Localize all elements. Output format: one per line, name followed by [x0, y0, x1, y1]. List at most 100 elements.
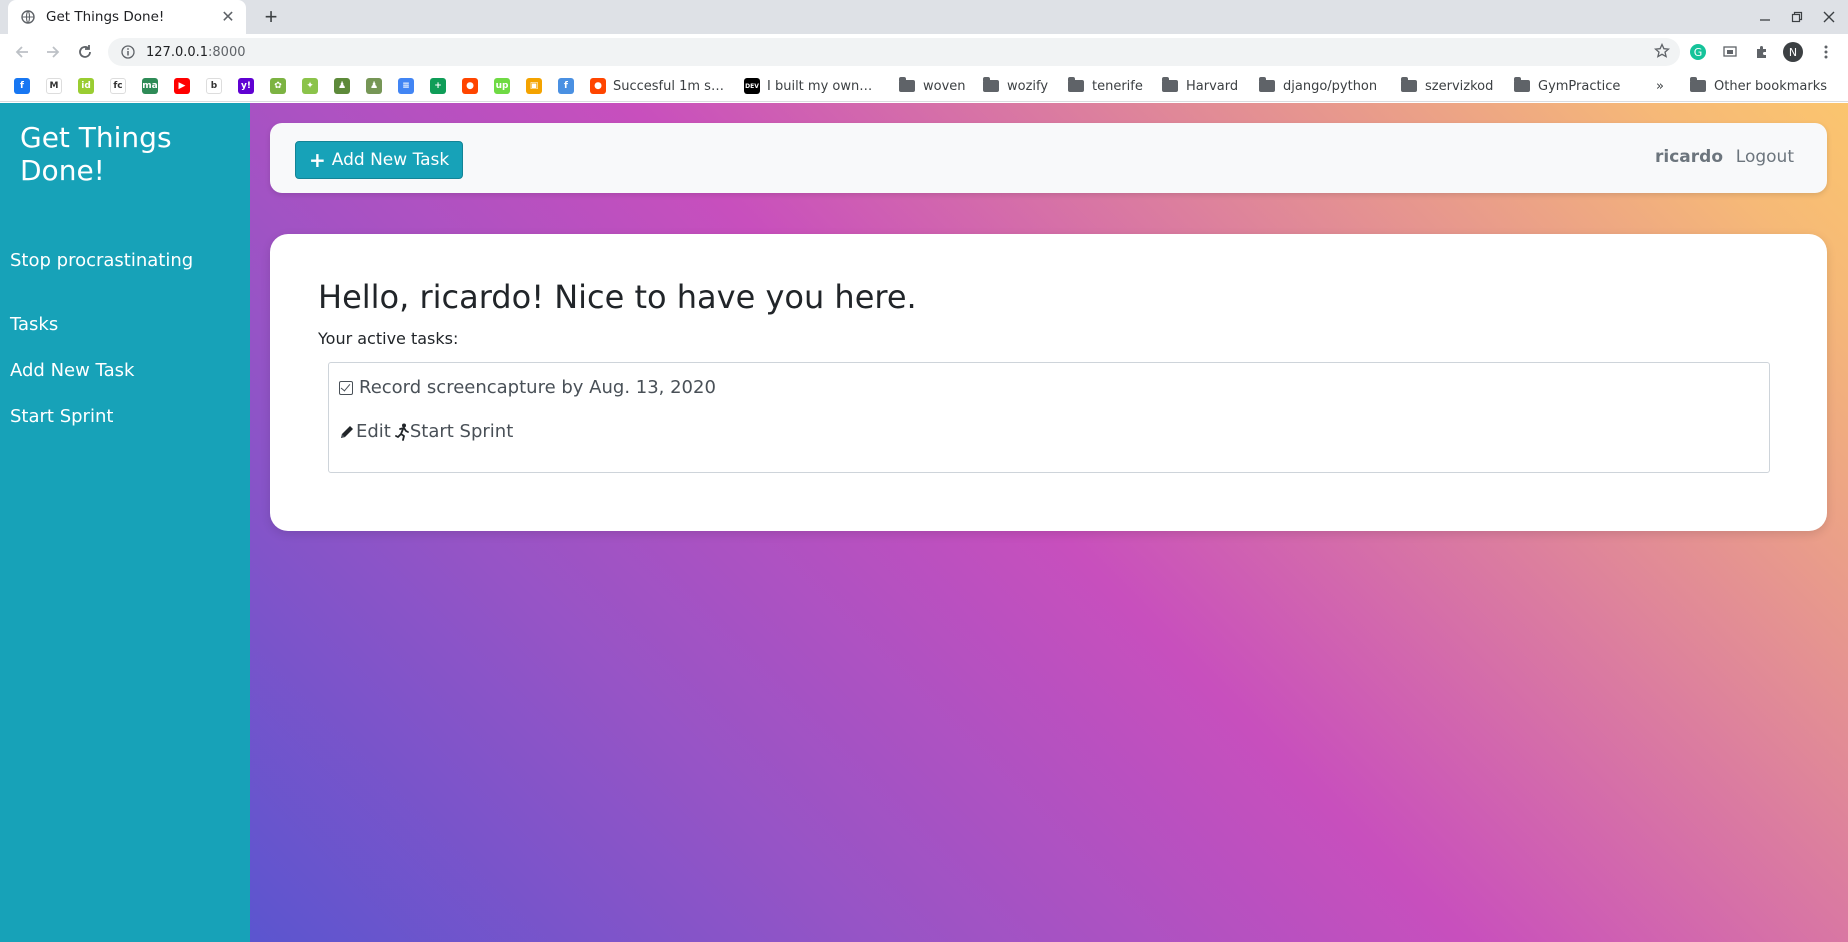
bookmark-item[interactable]: ● Succesful 1m s… — [590, 76, 724, 96]
plus-icon: + — [309, 148, 326, 172]
url-host: 127.0.0.1 — [146, 44, 209, 60]
info-icon[interactable] — [120, 44, 136, 60]
folder-label: woven — [923, 78, 966, 94]
folder-label: tenerife — [1092, 78, 1143, 94]
other-bookmarks-label: Other bookmarks — [1714, 78, 1828, 94]
cast-icon[interactable] — [1720, 42, 1740, 62]
leaf-icon[interactable]: ✿ — [270, 78, 286, 94]
task-item: Record screencapture by Aug. 13, 2020 Ed… — [328, 362, 1770, 473]
start-sprint-label: Start Sprint — [409, 421, 514, 442]
profile-initial: N — [1788, 45, 1798, 59]
bird-icon[interactable]: ✦ — [302, 78, 318, 94]
folder-icon — [1401, 77, 1417, 92]
active-tasks-label: Your active tasks: — [318, 329, 459, 348]
sidebar-item-start-sprint[interactable]: Start Sprint — [10, 406, 113, 427]
youtube-icon[interactable]: ▶ — [174, 78, 190, 94]
fb-circle-icon[interactable]: f — [558, 78, 574, 94]
sidebar-tagline[interactable]: Stop procrastinating — [10, 250, 193, 271]
brand-title[interactable]: Get Things Done! — [20, 121, 220, 187]
welcome-card: Hello, ricardo! Nice to have you here. Y… — [270, 234, 1827, 531]
bookmark-folder[interactable]: szervizkod — [1401, 76, 1493, 96]
bookmark-folder[interactable]: django/python — [1259, 76, 1377, 96]
dev-icon: DEV — [744, 78, 760, 94]
bookmark-folder[interactable]: GymPractice — [1514, 76, 1620, 96]
orange-app-icon[interactable]: ▣ — [526, 78, 542, 94]
bookmark-star-icon[interactable] — [1653, 42, 1671, 64]
main-content: + Add New Task ricardo Logout Hello, ric… — [250, 103, 1848, 942]
folder-label: Harvard — [1186, 78, 1239, 94]
address-bar[interactable]: 127.0.0.1:8000 — [108, 38, 1680, 66]
bookmark-label: Succesful 1m s… — [613, 78, 724, 94]
reddit-icon: ● — [590, 78, 606, 94]
url-port: :8000 — [208, 44, 246, 60]
profile-avatar[interactable]: N — [1783, 42, 1803, 62]
fc-icon[interactable]: fc — [110, 78, 126, 94]
close-window-icon[interactable] — [1812, 0, 1846, 34]
folder-label: GymPractice — [1538, 78, 1621, 94]
grammarly-icon[interactable]: G — [1688, 42, 1708, 62]
other-bookmarks[interactable]: Other bookmarks — [1690, 76, 1827, 96]
bookmark-folder[interactable]: woven — [899, 76, 966, 96]
pencil-icon — [341, 425, 353, 438]
sidebar-item-add-new-task[interactable]: Add New Task — [10, 360, 134, 381]
chess-board-icon[interactable]: ♟ — [366, 78, 382, 94]
folder-icon — [1690, 77, 1706, 92]
folder-icon — [1068, 77, 1084, 92]
page-title: Hello, ricardo! Nice to have you here. — [318, 278, 917, 316]
back-icon[interactable] — [10, 40, 34, 64]
browser-toolbar: 127.0.0.1:8000 G N — [0, 34, 1848, 70]
checkbox-icon[interactable] — [339, 380, 353, 395]
restore-icon[interactable] — [1780, 0, 1814, 34]
folder-icon — [983, 77, 999, 92]
reddit-icon[interactable]: ● — [462, 78, 478, 94]
reload-icon[interactable] — [73, 40, 97, 64]
gmail-icon[interactable]: M — [46, 78, 62, 94]
browser-tab[interactable]: Get Things Done! ✕ — [8, 0, 246, 34]
sidebar-item-tasks[interactable]: Tasks — [10, 314, 58, 335]
b-icon[interactable]: b — [206, 78, 222, 94]
upwork-icon[interactable]: up — [494, 78, 510, 94]
minimize-icon[interactable] — [1748, 0, 1782, 34]
start-sprint-link[interactable]: Start Sprint — [394, 421, 514, 442]
new-tab-icon[interactable]: + — [258, 4, 284, 30]
folder-label: django/python — [1283, 78, 1378, 94]
sidebar: Get Things Done! Stop procrastinating Ta… — [0, 103, 250, 942]
task-text: Record screencapture by Aug. 13, 2020 — [359, 377, 716, 398]
bookmark-label: I built my own… — [767, 78, 873, 94]
folder-label: wozify — [1007, 78, 1049, 94]
task-actions: Edit Start Sprint — [339, 421, 517, 442]
sheets-icon[interactable]: + — [430, 78, 446, 94]
extensions-puzzle-icon[interactable] — [1752, 42, 1772, 62]
folder-icon — [1162, 77, 1178, 92]
bookmark-item[interactable]: DEV I built my own… — [744, 76, 872, 96]
overflow-chevron: » — [1656, 78, 1664, 94]
edit-label: Edit — [356, 421, 391, 442]
username-link[interactable]: ricardo — [1655, 147, 1723, 167]
logout-link[interactable]: Logout — [1736, 147, 1794, 167]
edit-task-link[interactable]: Edit — [339, 421, 391, 442]
chess-pawn-icon[interactable]: ♟ — [334, 78, 350, 94]
top-navbar: + Add New Task ricardo Logout — [270, 123, 1827, 193]
bookmarks-overflow[interactable]: » — [1656, 76, 1664, 96]
bookmarks-bar: » Other bookmarks f Mid fc ma ▶ b y! ✿ ✦ ♟ ♟ ≡ + ● up ▣… — [0, 70, 1848, 102]
add-new-task-button[interactable]: + Add New Task — [295, 141, 464, 179]
tab-close-icon[interactable]: ✕ — [220, 7, 236, 27]
tab-title: Get Things Done! — [46, 9, 165, 25]
ma-icon[interactable]: ma — [142, 78, 158, 94]
bookmark-folder[interactable]: Harvard — [1162, 76, 1238, 96]
docs-icon[interactable]: ≡ — [398, 78, 414, 94]
folder-icon — [1259, 77, 1275, 92]
browser-tabstrip: Get Things Done! ✕ + — [0, 0, 1848, 34]
svg-text:G: G — [1694, 46, 1703, 59]
add-new-task-label: Add New Task — [331, 150, 450, 170]
id-icon[interactable]: id — [78, 78, 94, 94]
bookmark-folder[interactable]: tenerife — [1068, 76, 1143, 96]
facebook-icon[interactable]: f — [14, 78, 30, 94]
folder-icon — [1514, 77, 1530, 92]
folder-icon — [899, 77, 915, 92]
yahoo-icon[interactable]: y! — [238, 78, 254, 94]
bookmark-folder[interactable]: wozify — [983, 76, 1048, 96]
forward-icon[interactable] — [41, 40, 65, 64]
running-person-icon — [394, 423, 409, 441]
menu-kebab-icon[interactable] — [1816, 42, 1836, 62]
